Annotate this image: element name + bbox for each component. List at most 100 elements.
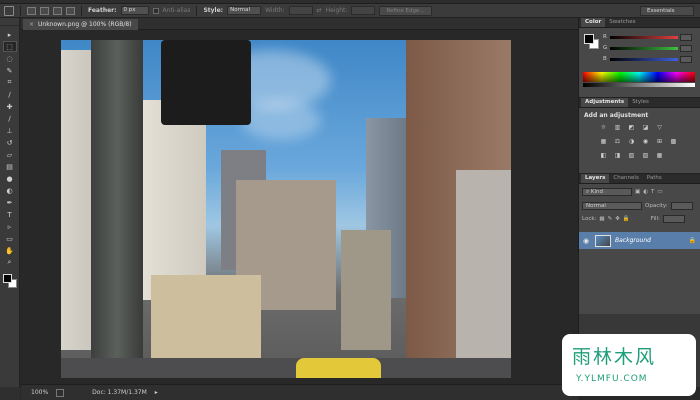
healing-brush-tool-icon[interactable]: ✚ <box>3 101 17 112</box>
eraser-tool-icon[interactable]: ▱ <box>3 149 17 160</box>
canvas-area[interactable] <box>21 31 578 384</box>
panel-dock: Color Swatches R G B Adjustments Styles … <box>579 18 700 387</box>
type-tool-icon[interactable]: T <box>3 209 17 220</box>
kind-filter-select[interactable]: ⌕ Kind <box>582 188 632 196</box>
layer-row-background[interactable]: ◉ Background 🔒 <box>579 232 700 249</box>
feather-input[interactable]: 0 px <box>120 6 149 15</box>
layers-panel-tabs: Layers Channels Paths <box>579 174 700 184</box>
adjustment-icon[interactable]: ◪ <box>641 124 650 132</box>
adjustment-icon[interactable]: ◩ <box>627 124 636 132</box>
tools-panel: ▸ ⬚ ◌ ✎ ⌗ ∕ ✚ ∕ ⊥ ↺ ▱ ▤ ● ◐ ✒ T ▹ ▭ ✋ ⌕ <box>0 18 20 387</box>
blur-tool-icon[interactable]: ● <box>3 173 17 184</box>
layer-name[interactable]: Background <box>615 237 651 244</box>
adjustment-icon[interactable]: ▥ <box>613 124 622 132</box>
lock-label: Lock: <box>582 216 597 222</box>
dodge-tool-icon[interactable]: ◐ <box>3 185 17 196</box>
adjustment-icon[interactable]: ◉ <box>641 138 650 146</box>
subtract-selection-icon[interactable] <box>53 6 62 15</box>
zoom-tool-icon[interactable]: ⌕ <box>3 257 17 268</box>
clone-stamp-tool-icon[interactable]: ⊥ <box>3 125 17 136</box>
adjustment-icon[interactable]: ◨ <box>613 152 622 160</box>
adjustment-icon[interactable]: ▽ <box>655 124 664 132</box>
grayscale-ramp[interactable] <box>583 83 695 87</box>
tab-swatches[interactable]: Swatches <box>605 18 639 27</box>
marquee-tool-icon[interactable]: ⬚ <box>2 41 17 52</box>
antialias-checkbox[interactable] <box>152 7 159 14</box>
zoom-level[interactable]: 100% <box>31 389 48 396</box>
adjustment-icon[interactable]: ⚖ <box>613 138 622 146</box>
separator <box>20 5 21 16</box>
blue-value-input[interactable] <box>680 55 692 63</box>
green-value-input[interactable] <box>680 44 692 52</box>
hand-tool-icon[interactable]: ✋ <box>3 245 17 256</box>
tab-color[interactable]: Color <box>581 18 606 27</box>
color-spectrum[interactable] <box>583 72 695 82</box>
adjustment-icon[interactable]: ▧ <box>627 152 636 160</box>
red-value-input[interactable] <box>680 33 692 41</box>
intersect-selection-icon[interactable] <box>66 6 75 15</box>
lock-pixels-icon[interactable]: ▦ <box>599 216 604 222</box>
opacity-input[interactable] <box>670 202 693 210</box>
blend-mode-select[interactable]: Normal <box>582 202 642 210</box>
crop-tool-icon[interactable]: ⌗ <box>3 77 17 88</box>
history-brush-tool-icon[interactable]: ↺ <box>3 137 17 148</box>
fill-input[interactable] <box>662 215 685 223</box>
tab-styles[interactable]: Styles <box>628 98 653 107</box>
red-slider[interactable]: R <box>603 33 693 41</box>
filter-shape-icon[interactable]: ▭ <box>657 189 662 195</box>
color-swatches[interactable] <box>0 272 19 294</box>
adjustment-icon[interactable]: ◧ <box>599 152 608 160</box>
lock-position-icon[interactable]: ✥ <box>615 216 620 222</box>
green-slider[interactable]: G <box>603 44 693 52</box>
adjustment-icon[interactable]: ◑ <box>627 138 636 146</box>
height-input[interactable] <box>351 6 376 15</box>
adjustment-icon[interactable]: ▦ <box>599 138 608 146</box>
panel-foreground-color[interactable] <box>584 34 594 44</box>
red-slider-bar[interactable] <box>610 35 678 39</box>
lock-all-icon[interactable]: 🔒 <box>623 216 630 222</box>
current-tool-icon[interactable] <box>4 5 14 16</box>
swap-icon[interactable]: ⇄ <box>317 7 322 14</box>
lasso-tool-icon[interactable]: ◌ <box>3 53 17 64</box>
quick-select-tool-icon[interactable]: ✎ <box>3 65 17 76</box>
status-arrow-icon[interactable]: ▸ <box>155 389 158 396</box>
tab-paths[interactable]: Paths <box>643 174 666 183</box>
blue-slider-bar[interactable] <box>610 57 678 61</box>
adjustment-icon[interactable]: ☼ <box>599 124 608 132</box>
document-tab[interactable]: × Unknown.png @ 100% (RGB/8) <box>23 19 138 30</box>
adjustment-icon[interactable]: ▦ <box>655 152 664 160</box>
layer-thumbnail[interactable] <box>595 234 611 247</box>
path-select-tool-icon[interactable]: ▹ <box>3 221 17 232</box>
close-tab-icon[interactable]: × <box>29 21 34 28</box>
shape-tool-icon[interactable]: ▭ <box>3 233 17 244</box>
width-input[interactable] <box>288 6 313 15</box>
workspace-switcher[interactable]: Essentials <box>640 5 694 16</box>
eyedropper-tool-icon[interactable]: ∕ <box>3 89 17 100</box>
refine-edge-button[interactable]: Refine Edge... <box>379 5 432 16</box>
adjustment-icons-row-3: ◧ ◨ ▧ ▨ ▦ <box>599 152 664 160</box>
filter-image-icon[interactable]: ▣ <box>635 189 640 195</box>
foreground-color[interactable] <box>3 274 12 283</box>
adjustment-icon[interactable]: ▩ <box>669 138 678 146</box>
move-tool-icon[interactable]: ▸ <box>3 29 17 40</box>
status-menu-icon[interactable] <box>56 388 65 397</box>
panel-grip[interactable] <box>0 20 19 26</box>
tab-layers[interactable]: Layers <box>581 174 610 183</box>
add-selection-icon[interactable] <box>40 6 49 15</box>
tab-channels[interactable]: Channels <box>609 174 642 183</box>
gradient-tool-icon[interactable]: ▤ <box>3 161 17 172</box>
style-select[interactable]: Normal <box>227 6 262 15</box>
lock-paint-icon[interactable]: ✎ <box>608 216 613 222</box>
pen-tool-icon[interactable]: ✒ <box>3 197 17 208</box>
new-selection-icon[interactable] <box>27 6 36 15</box>
adjustment-icon[interactable]: ⊞ <box>655 138 664 146</box>
image-canvas[interactable] <box>61 40 511 378</box>
adjustment-icon[interactable]: ▨ <box>641 152 650 160</box>
filter-adjust-icon[interactable]: ◐ <box>643 189 648 195</box>
green-slider-bar[interactable] <box>610 46 678 50</box>
tab-adjustments[interactable]: Adjustments <box>581 98 629 107</box>
visibility-eye-icon[interactable]: ◉ <box>583 237 591 245</box>
blue-slider[interactable]: B <box>603 55 693 63</box>
filter-type-icon[interactable]: T <box>651 189 654 195</box>
brush-tool-icon[interactable]: ∕ <box>3 113 17 124</box>
